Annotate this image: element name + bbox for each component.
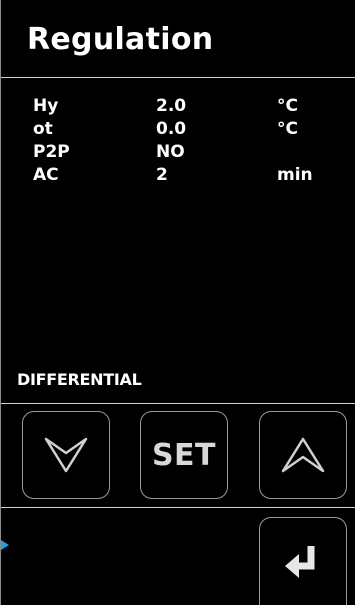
header-divider xyxy=(1,77,355,78)
param-value: NO xyxy=(156,142,185,162)
up-button[interactable] xyxy=(259,411,347,499)
status-label: DIFFERENTIAL xyxy=(17,370,142,389)
chevron-down-icon xyxy=(44,437,88,473)
down-button[interactable] xyxy=(22,411,110,499)
page-title: Regulation xyxy=(27,22,214,57)
regulation-panel: Regulation Hy 2.0 °C ot 0.0 °C P2P NO AC… xyxy=(0,0,355,605)
param-unit: min xyxy=(277,165,313,185)
param-name: AC xyxy=(33,165,59,185)
param-name: P2P xyxy=(33,142,70,162)
param-unit: °C xyxy=(277,119,298,139)
param-row-ac[interactable]: AC 2 min xyxy=(1,165,355,188)
enter-button[interactable] xyxy=(259,517,347,605)
parameter-list: Hy 2.0 °C ot 0.0 °C P2P NO AC 2 min xyxy=(1,96,355,188)
header: Regulation xyxy=(1,0,355,77)
set-label: SET xyxy=(151,437,217,473)
param-value: 2.0 xyxy=(156,96,187,116)
enter-return-icon xyxy=(285,545,315,578)
param-name: Hy xyxy=(33,96,59,116)
buttons-divider-top xyxy=(1,403,355,404)
buttons-divider-bottom xyxy=(1,507,355,508)
param-name: ot xyxy=(33,119,53,139)
param-row-ot[interactable]: ot 0.0 °C xyxy=(1,119,355,142)
chevron-up-icon xyxy=(281,437,325,473)
param-value: 0.0 xyxy=(156,119,187,139)
param-value: 2 xyxy=(156,165,168,185)
set-button[interactable]: SET xyxy=(140,411,228,499)
param-unit: °C xyxy=(277,96,298,116)
side-marker-icon xyxy=(1,540,9,550)
param-row-p2p[interactable]: P2P NO xyxy=(1,142,355,165)
param-row-hy[interactable]: Hy 2.0 °C xyxy=(1,96,355,119)
